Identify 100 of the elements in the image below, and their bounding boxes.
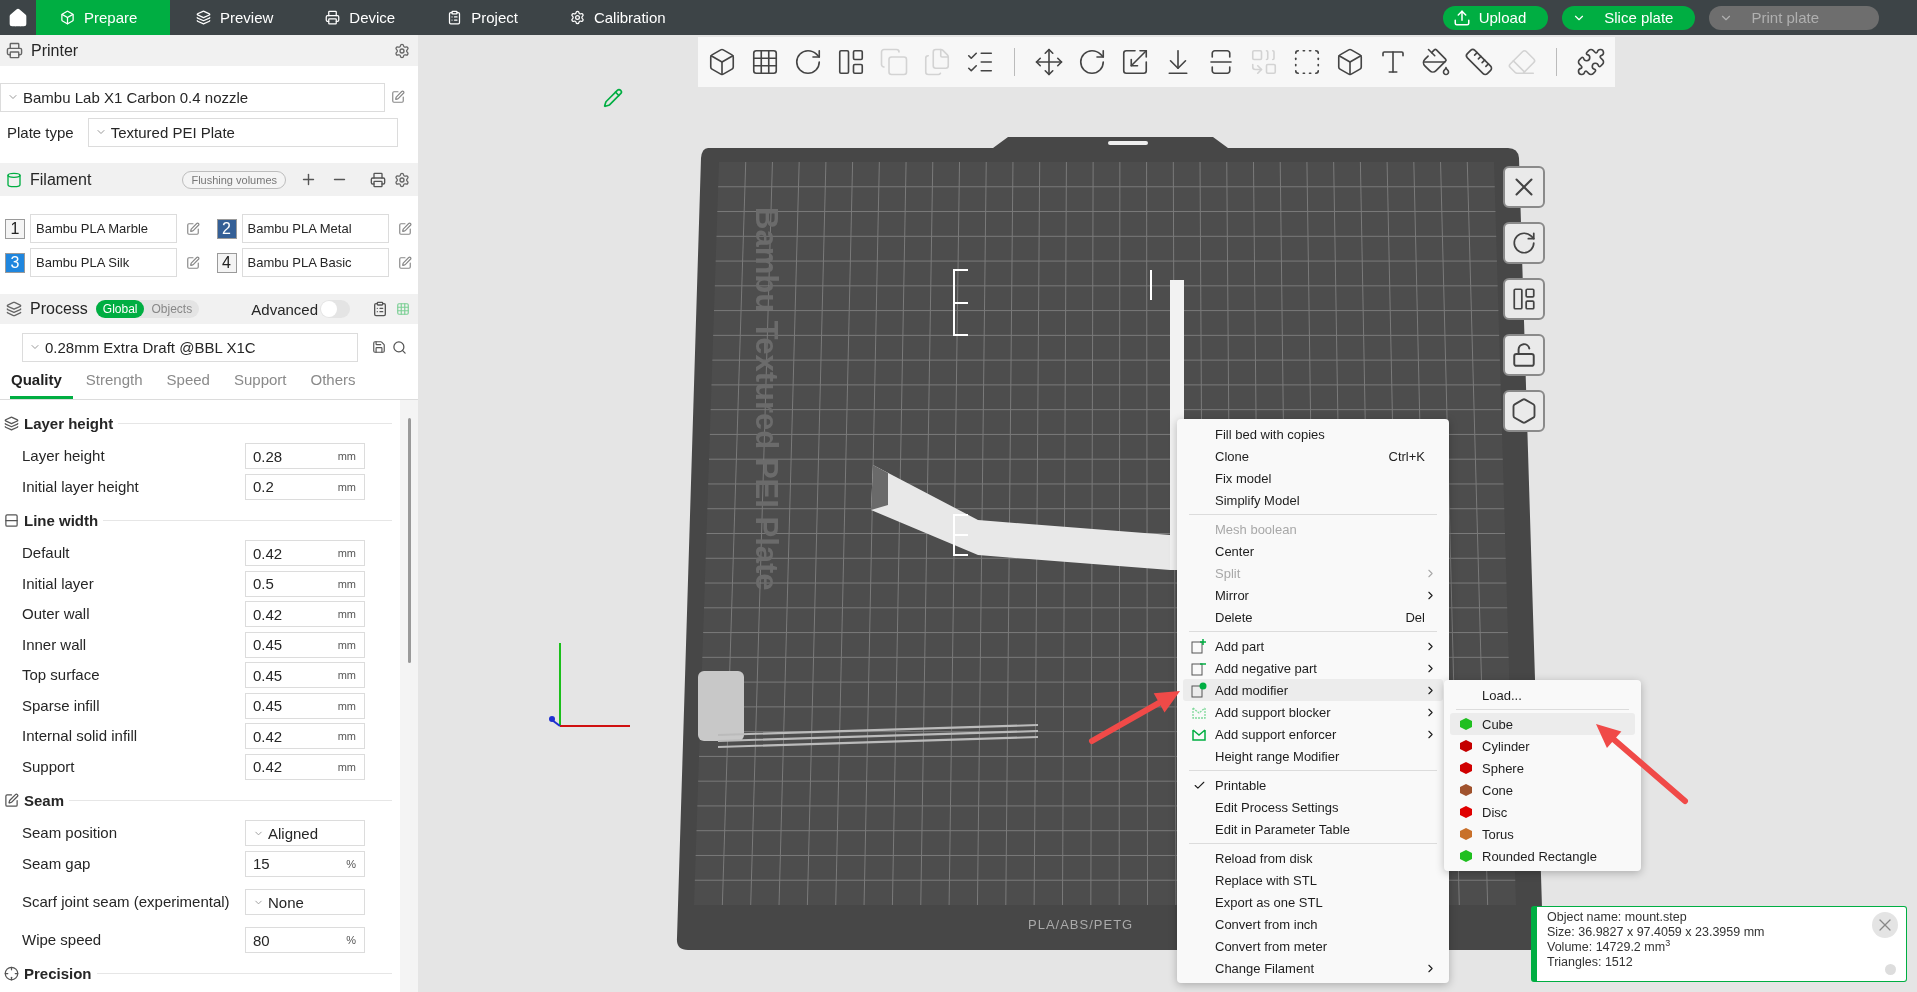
process-dropdown[interactable]: 0.28mm Extra Draft @BBL X1C [22, 332, 358, 362]
setting-label: Default [22, 544, 71, 563]
settings-tab[interactable]: Others [309, 362, 367, 399]
plate-type-dropdown[interactable]: Textured PEI Plate [87, 117, 398, 147]
menu-item[interactable]: Convert from inch [1183, 913, 1443, 935]
nav-tab[interactable]: Device [299, 0, 422, 35]
scrollbar[interactable] [407, 418, 411, 663]
section-title: Filament [30, 170, 92, 189]
menu-item[interactable]: Center [1183, 540, 1443, 562]
menu-item[interactable]: Add support enforcer [1183, 723, 1443, 745]
nav-tab[interactable]: Preview [170, 0, 300, 35]
close-button[interactable] [1503, 166, 1545, 208]
menu-item[interactable]: Replace with STL [1183, 869, 1443, 891]
unit-label: mm [337, 547, 356, 560]
save-icon[interactable] [372, 340, 386, 354]
menu-item[interactable]: Cube [1450, 713, 1635, 735]
tab-icon [196, 10, 211, 25]
edit-icon[interactable] [186, 255, 200, 270]
flushing-volumes-button[interactable]: Flushing volumes [182, 170, 286, 189]
setting-label: Sparse infill [22, 696, 101, 715]
number-field[interactable]: 0.42 mm [245, 540, 365, 567]
printer-dropdown[interactable]: Bambu Lab X1 Carbon 0.4 nozzle [0, 82, 385, 112]
hexagon-icon [1510, 397, 1538, 425]
setting-label: Layer height [22, 447, 106, 466]
filament-dropdown[interactable]: Bambu PLA Marble [30, 214, 177, 243]
add-icon[interactable] [300, 171, 317, 188]
number-field[interactable]: 0.42 mm [245, 723, 365, 750]
menu-item[interactable]: Fix model [1183, 467, 1443, 489]
menu-item[interactable]: Rounded Rectangle [1450, 845, 1635, 867]
number-field[interactable]: 15 % [245, 850, 365, 877]
filament-dropdown[interactable]: Bambu PLA Silk [30, 248, 177, 277]
list-icon[interactable] [372, 301, 388, 317]
settings-tab[interactable]: Speed [165, 362, 221, 399]
menu-item[interactable]: Fill bed with copies [1183, 423, 1443, 445]
nav-tab[interactable]: Calibration [543, 0, 692, 35]
menu-item[interactable]: Edit in Parameter Table [1183, 818, 1443, 840]
menu-item[interactable]: Clone Ctrl+K [1183, 445, 1443, 467]
upload-icon [1452, 8, 1471, 27]
unit-label: mm [337, 699, 356, 712]
number-field[interactable]: 0.45 mm [245, 692, 365, 719]
menu-item[interactable]: Export as one STL [1183, 891, 1443, 913]
close-button[interactable] [1872, 912, 1898, 938]
edit-icon[interactable] [397, 255, 412, 270]
setting-dropdown[interactable]: Aligned [245, 820, 365, 847]
tab-icon [447, 10, 463, 25]
menu-item[interactable]: Printable [1183, 774, 1443, 796]
menu-item[interactable]: Convert from meter [1183, 935, 1443, 957]
menu-item[interactable]: Add part [1183, 635, 1443, 657]
printer-icon [6, 42, 23, 59]
number-field[interactable]: 0.45 mm [245, 631, 365, 658]
menu-item[interactable]: Add support blocker [1183, 701, 1443, 723]
advanced-switch[interactable] [320, 300, 350, 318]
menu-item[interactable]: Edit Process Settings [1183, 796, 1443, 818]
arrange-button[interactable] [1503, 278, 1545, 320]
menu-item[interactable]: Height range Modifier [1183, 745, 1443, 767]
edit-icon[interactable] [186, 221, 200, 236]
menu-item[interactable]: Torus [1450, 823, 1635, 845]
number-field[interactable]: 0.5 mm [245, 570, 365, 597]
field-label: Plate type [7, 123, 74, 141]
rotate-icon [1511, 230, 1537, 256]
menu-item[interactable]: Reload from disk [1183, 847, 1443, 869]
group-title: Line width [24, 511, 99, 529]
edit-icon[interactable] [391, 90, 405, 104]
menu-item[interactable]: Simplify Model [1183, 489, 1443, 511]
number-field[interactable]: 80 % [245, 927, 365, 954]
menu-item[interactable]: Change Filament [1183, 957, 1443, 979]
menu-item[interactable]: Cylinder [1450, 735, 1635, 757]
support-enforcer-icon [1191, 726, 1207, 742]
settings-tab[interactable]: Strength [84, 362, 154, 399]
settings-icon[interactable] [394, 42, 410, 59]
nav-tab[interactable]: Project [421, 0, 544, 35]
filament-dropdown[interactable]: Bambu PLA Metal [241, 214, 389, 243]
lock-button[interactable] [1503, 334, 1545, 376]
menu-item[interactable]: Delete Del [1183, 606, 1443, 628]
settings-icon[interactable] [394, 171, 410, 188]
menu-item[interactable]: Load... [1450, 684, 1635, 706]
number-field[interactable]: 0.28 mm [245, 443, 365, 470]
number-field[interactable]: 0.2 mm [245, 473, 365, 500]
menu-item[interactable]: Mirror [1183, 584, 1443, 606]
settings-tab[interactable]: Quality [10, 362, 73, 399]
search-icon[interactable] [392, 339, 407, 355]
menu-item[interactable]: Sphere [1450, 757, 1635, 779]
setting-dropdown[interactable]: None [245, 889, 365, 915]
section-title: Process [30, 300, 88, 318]
layout-icon [1511, 286, 1537, 312]
number-field[interactable]: 0.45 mm [245, 662, 365, 689]
auto-orient-button[interactable] [1503, 222, 1545, 264]
info-line: Object name: mount.step [1547, 910, 1687, 925]
tab-icon [60, 10, 75, 25]
menu-item[interactable]: Add negative part [1183, 657, 1443, 679]
menu-item[interactable]: Disc [1450, 801, 1635, 823]
settings-button[interactable] [1503, 390, 1545, 432]
settings-tab[interactable]: Support [232, 362, 298, 399]
menu-item[interactable]: Cone [1450, 779, 1635, 801]
filament-dropdown[interactable]: Bambu PLA Basic [241, 248, 389, 277]
number-field[interactable]: 0.42 mm [245, 601, 365, 628]
edit-icon[interactable] [397, 221, 412, 236]
number-field[interactable]: 0.42 mm [245, 753, 365, 780]
unit-label: mm [337, 638, 356, 651]
menu-item[interactable]: Add modifier [1183, 679, 1443, 701]
